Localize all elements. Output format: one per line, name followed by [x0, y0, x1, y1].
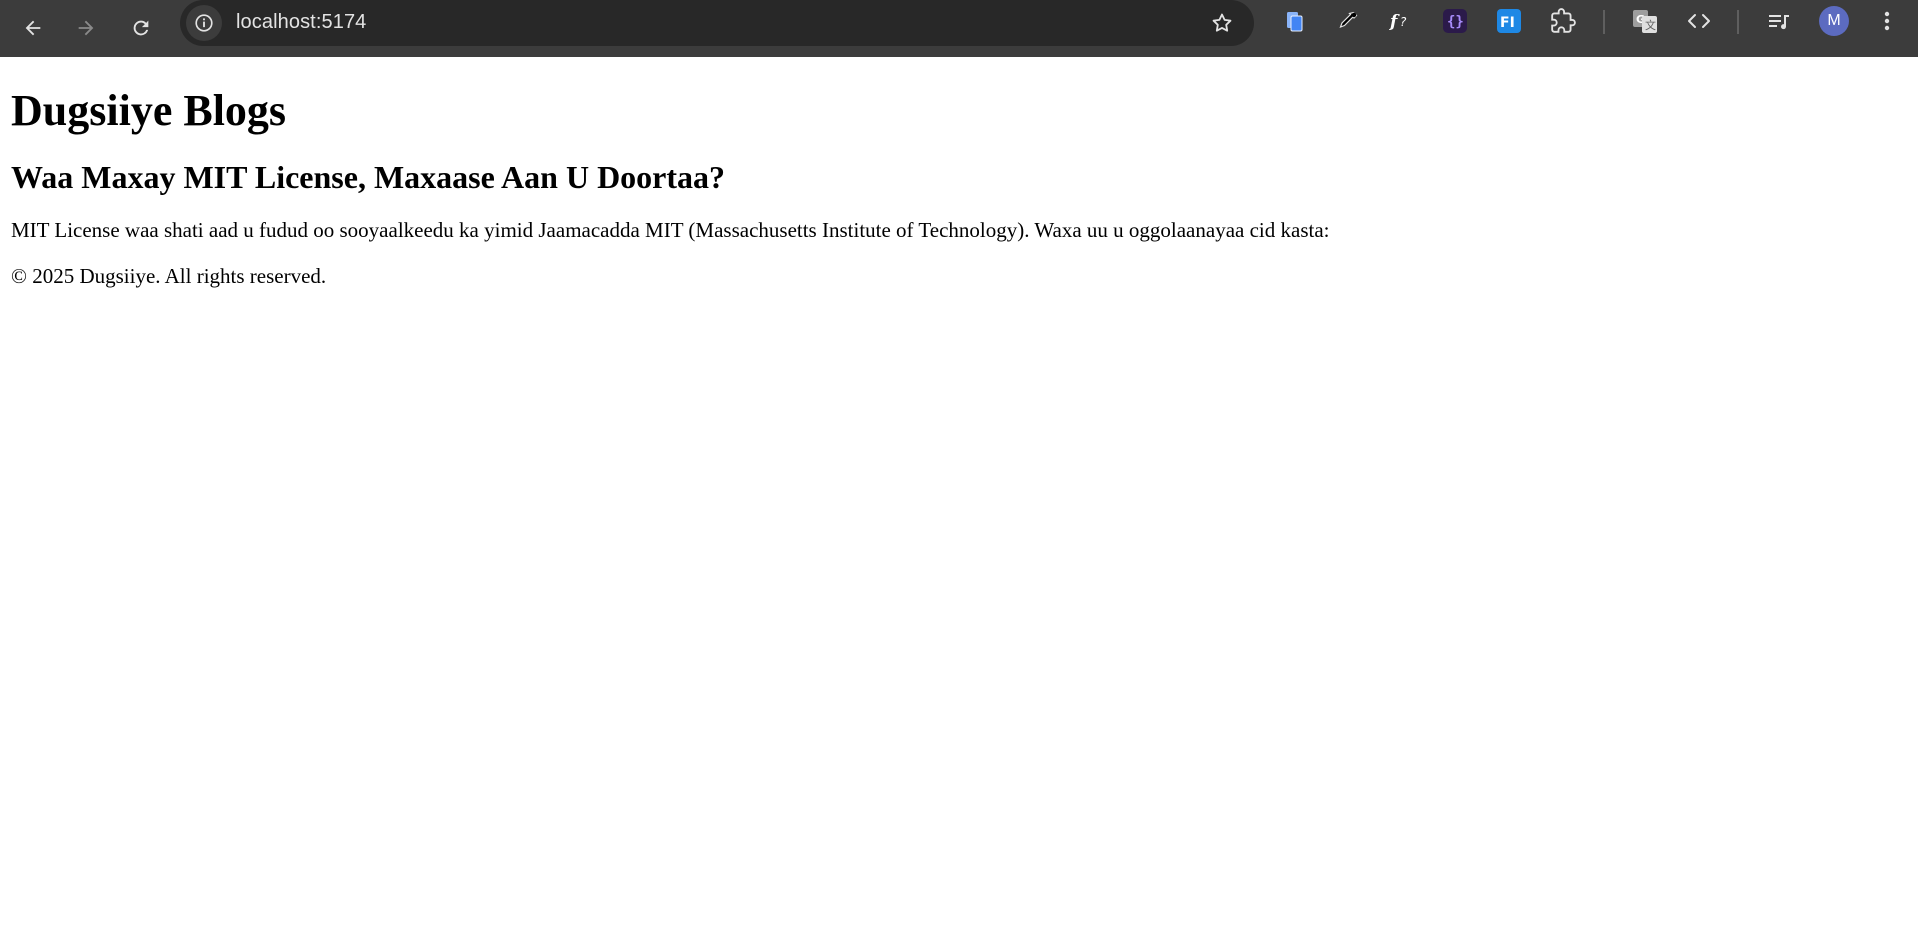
toolbar-separator [1737, 10, 1739, 34]
site-title: Dugsiiye Blogs [11, 86, 287, 135]
font-extension-icon: f ? [1389, 12, 1407, 32]
extensions-puzzle-icon [1551, 8, 1576, 33]
post-title: Waa Maxay MIT License, Maxaase Aan U Doo… [11, 159, 726, 195]
code-view-button[interactable] [1679, 1, 1719, 41]
address-bar[interactable]: localhost:5174 [180, 0, 1254, 46]
profile-avatar[interactable]: M [1819, 6, 1849, 36]
footer-copyright: © 2025 Dugsiiye. All rights reserved. [11, 264, 327, 288]
toolbar-separator [1603, 10, 1605, 34]
reload-button[interactable] [119, 6, 163, 50]
more-menu-icon [1884, 11, 1890, 31]
back-icon [25, 20, 41, 36]
google-translate-icon: G 文 [1633, 10, 1657, 33]
google-translate-button[interactable]: G 文 [1625, 1, 1665, 41]
svg-text:?: ? [1400, 15, 1407, 29]
forward-button[interactable] [64, 6, 108, 50]
forward-icon [78, 20, 94, 36]
url-text[interactable]: localhost:5174 [236, 0, 366, 46]
browser-toolbar: localhost:5174 f ? {} FI G 文 M [0, 0, 1918, 57]
star-icon [1212, 13, 1232, 32]
more-menu-button[interactable] [1867, 1, 1907, 41]
reload-icon [133, 20, 149, 36]
media-playlist-icon [1769, 15, 1789, 30]
code-view-icon [1688, 14, 1710, 28]
info-icon [195, 14, 213, 32]
fi-extension-button[interactable]: FI [1489, 1, 1529, 41]
media-playlist-button[interactable] [1759, 1, 1799, 41]
docs-extension-icon [1287, 12, 1303, 32]
color-picker-extension-icon [1339, 11, 1358, 29]
site-info-button[interactable] [186, 5, 222, 41]
bookmark-button[interactable] [1204, 5, 1240, 41]
json-extension-icon: {} [1443, 9, 1467, 33]
extensions-button[interactable] [1543, 1, 1583, 41]
font-extension-button[interactable]: f ? [1381, 1, 1421, 41]
post-body: MIT License waa shati aad u fudud oo soo… [11, 218, 1330, 242]
json-extension-button[interactable]: {} [1435, 1, 1475, 41]
svg-text:文: 文 [1645, 18, 1656, 32]
svg-text:FI: FI [1500, 15, 1515, 31]
back-button[interactable] [11, 6, 55, 50]
docs-extension-button[interactable] [1274, 1, 1314, 41]
page-content: Dugsiiye Blogs Waa Maxay MIT License, Ma… [0, 57, 1918, 931]
svg-text:f: f [1389, 12, 1400, 32]
fi-extension-icon: FI [1497, 9, 1521, 33]
color-picker-extension-button[interactable] [1328, 1, 1368, 41]
svg-text:{}: {} [1447, 14, 1464, 30]
